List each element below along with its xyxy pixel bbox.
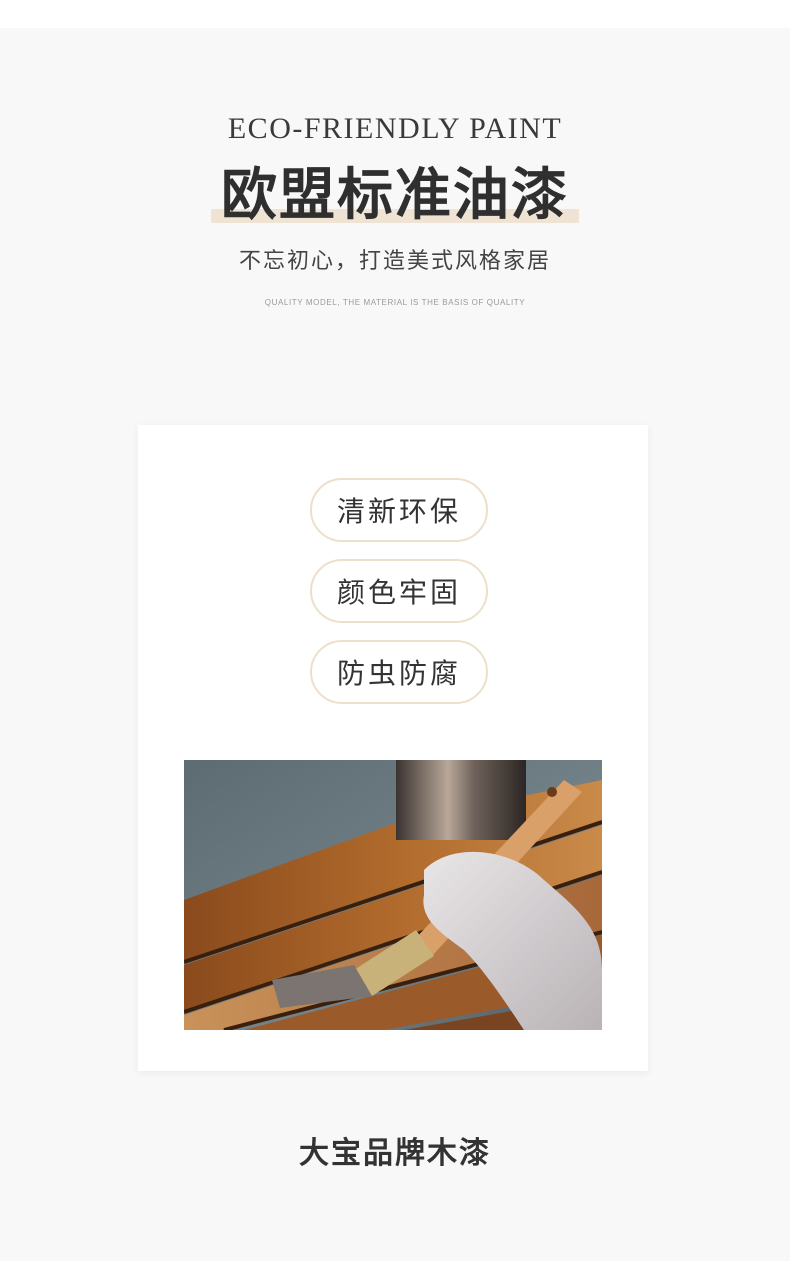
eco-heading: ECO-FRIENDLY PAINT [227, 112, 563, 145]
subtitle: 不忘初心，打造美式风格家居 [238, 249, 551, 274]
feature-pill-colorfast: 颜色牢固 [310, 559, 488, 623]
brand-name: 大宝品牌木漆 [299, 1136, 491, 1171]
paint-can [396, 760, 526, 840]
feature-pill-eco: 清新环保 [310, 478, 488, 542]
feature-card: 清新环保 颜色牢固 防虫防腐 [138, 425, 648, 1071]
wood-staining-illustration [184, 760, 602, 1030]
title-wrap: 欧盟标准油漆 [0, 160, 790, 230]
main-title: 欧盟标准油漆 [221, 162, 569, 228]
quality-tagline: QUALITY MODEL, THE MATERIAL IS THE BASIS… [264, 298, 526, 307]
feature-pill-insect-proof: 防虫防腐 [310, 640, 488, 704]
product-photo [184, 760, 602, 1030]
top-strip [0, 0, 790, 28]
